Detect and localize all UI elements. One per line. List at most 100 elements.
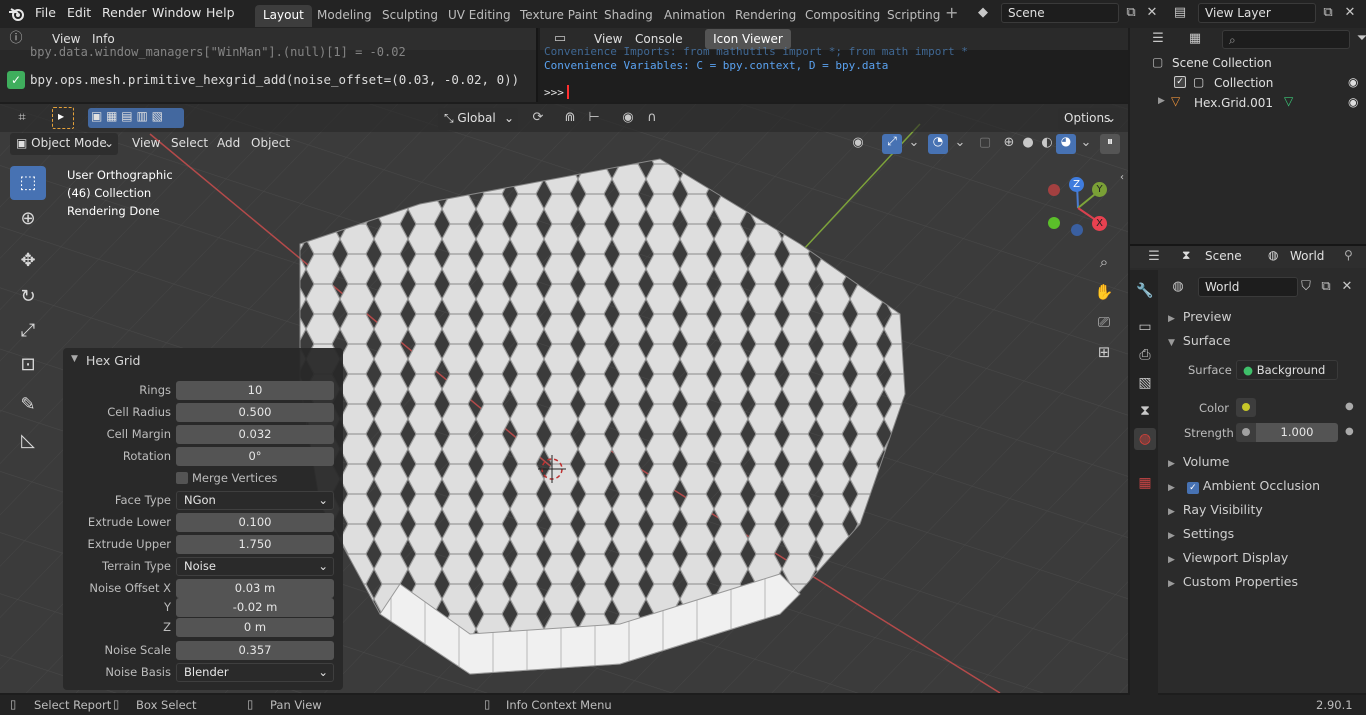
editor-type-3d-icon[interactable]: ⌗: [12, 108, 32, 128]
rings-field[interactable]: 10: [176, 381, 334, 400]
tool-select-box-icon[interactable]: ▸: [52, 107, 74, 129]
panel-ray-visibility[interactable]: ▶ Ray Visibility: [1168, 502, 1263, 517]
tab-modeling[interactable]: Modeling: [309, 5, 380, 27]
tab-uv-editing[interactable]: UV Editing: [440, 5, 519, 27]
proportional-editing-icon[interactable]: ◉: [618, 108, 638, 128]
rotation-field[interactable]: 0°: [176, 447, 334, 466]
breadcrumb-scene[interactable]: Scene: [1205, 249, 1242, 263]
panel-volume[interactable]: ▶ Volume: [1168, 454, 1229, 469]
scene-selector-icon[interactable]: ◆: [973, 3, 993, 23]
surface-shader-field[interactable]: ● Background: [1236, 360, 1338, 380]
noise-offset-z-field[interactable]: 0 m: [176, 618, 334, 637]
view-layer-icon[interactable]: ▤: [1170, 3, 1190, 23]
tab-rendering[interactable]: Rendering: [727, 5, 804, 27]
material-shading-icon[interactable]: ◐: [1037, 133, 1057, 153]
transform-orientation-select[interactable]: ⤡ Global ⌄: [438, 108, 518, 130]
chevron-down-icon[interactable]: ⌄: [950, 133, 970, 153]
panel-surface[interactable]: ▼ Surface: [1168, 333, 1231, 348]
snap-target-icon[interactable]: ⊢: [584, 108, 604, 128]
collection-checkbox[interactable]: ✓: [1174, 76, 1186, 88]
strength-socket-button[interactable]: [1236, 423, 1256, 442]
chevron-down-icon[interactable]: ⌄: [1076, 133, 1096, 153]
cursor-tool-icon[interactable]: ⊕: [10, 202, 46, 236]
tab-animation[interactable]: Animation: [656, 5, 733, 27]
cell-radius-field[interactable]: 0.500: [176, 403, 334, 422]
outliner-search-input[interactable]: ⌕: [1222, 30, 1350, 49]
delete-scene-icon[interactable]: ✕: [1142, 3, 1162, 23]
texture-properties-icon[interactable]: ▦: [1134, 472, 1156, 494]
toggle-sidebar-icon[interactable]: ⏸: [1100, 134, 1120, 154]
sidebar-expand-icon[interactable]: ‹: [1116, 168, 1128, 188]
breadcrumb-world[interactable]: World: [1290, 249, 1324, 263]
unlink-world-icon[interactable]: ✕: [1337, 277, 1357, 297]
outliner-row-collection[interactable]: ✓ ▢ Collection ◉: [1130, 74, 1366, 93]
navigation-gizmo[interactable]: Z Y X: [1040, 172, 1116, 244]
pivot-point-icon[interactable]: ⟳: [528, 108, 548, 128]
visibility-eye-icon[interactable]: ◉: [848, 133, 868, 153]
output-properties-icon[interactable]: ⎙: [1134, 344, 1156, 366]
new-world-icon[interactable]: ⧉: [1316, 277, 1336, 297]
display-mode-icon[interactable]: ▦: [1185, 29, 1205, 49]
info-report-line[interactable]: bpy.data.window_managers["WinMan"].(null…: [30, 45, 406, 59]
tab-scripting[interactable]: Scripting: [879, 5, 948, 27]
menu-file[interactable]: File: [35, 5, 56, 20]
fake-user-shield-icon[interactable]: ⛉: [1296, 277, 1316, 297]
noise-basis-select[interactable]: Blender ⌄: [176, 663, 334, 682]
info-report-line[interactable]: bpy.ops.mesh.primitive_hexgrid_add(noise…: [30, 72, 519, 87]
pan-hand-icon[interactable]: ✋: [1094, 282, 1114, 302]
tab-sculpting[interactable]: Sculpting: [374, 5, 446, 27]
menu-render[interactable]: Render: [102, 5, 147, 20]
viewport-menu-view[interactable]: View: [132, 136, 160, 150]
perspective-grid-icon[interactable]: ⊞: [1094, 342, 1114, 362]
ambient-occlusion-checkbox[interactable]: ✓: [1186, 482, 1199, 494]
options-dropdown[interactable]: Options ⌄: [1058, 108, 1120, 130]
viewport-menu-select[interactable]: Select: [171, 136, 208, 150]
world-name-field[interactable]: World: [1198, 277, 1298, 297]
outliner-row-scene-collection[interactable]: ▢ Scene Collection: [1130, 54, 1366, 73]
viewport-menu-object[interactable]: Object: [251, 136, 290, 150]
tab-compositing[interactable]: Compositing: [797, 5, 888, 27]
gizmo-toggle-icon[interactable]: ⤢: [882, 134, 902, 154]
camera-view-icon[interactable]: ⎚: [1094, 312, 1114, 332]
viewport-menu-add[interactable]: Add: [217, 136, 240, 150]
editor-type-properties-icon[interactable]: ☰: [1144, 247, 1164, 267]
collapse-arrow-icon[interactable]: ▼: [71, 354, 78, 364]
pin-icon[interactable]: ⚲: [1344, 248, 1353, 262]
panel-ambient-occlusion[interactable]: ▶ ✓ Ambient Occlusion: [1168, 478, 1320, 494]
expand-arrow-icon[interactable]: ▶: [1158, 96, 1165, 106]
delete-view-layer-icon[interactable]: ✕: [1340, 3, 1360, 23]
strength-field[interactable]: 1.000: [1256, 423, 1338, 442]
rendered-shading-icon[interactable]: ◕: [1056, 134, 1076, 154]
keyframe-dot-icon[interactable]: ●: [1345, 426, 1354, 437]
scene-name-field[interactable]: Scene: [1001, 3, 1119, 23]
visibility-eye-icon[interactable]: ◉: [1348, 75, 1358, 89]
console-prompt[interactable]: >>>: [544, 86, 564, 99]
editor-type-outliner-icon[interactable]: ☰: [1148, 29, 1168, 49]
noise-offset-x-field[interactable]: 0.03 m: [176, 579, 334, 598]
overlays-toggle-icon[interactable]: ◔: [928, 134, 948, 154]
new-scene-icon[interactable]: ⧉: [1121, 3, 1141, 23]
select-box-tool-icon[interactable]: ⬚: [10, 166, 46, 200]
measure-tool-icon[interactable]: ◺: [10, 424, 46, 458]
menu-edit[interactable]: Edit: [67, 5, 91, 20]
3d-viewport[interactable]: ⌗ ▸ ▣ ▦ ▤ ▥ ▧ ⤡ Global ⌄ ⟳ ⋒ ⊢ ◉ ∩ Option…: [0, 104, 1128, 693]
panel-preview[interactable]: ▶ Preview: [1168, 309, 1232, 324]
render-properties-icon[interactable]: ▭: [1134, 316, 1156, 338]
tab-shading[interactable]: Shading: [596, 5, 661, 27]
panel-viewport-display[interactable]: ▶ Viewport Display: [1168, 550, 1288, 565]
noise-scale-field[interactable]: 0.357: [176, 641, 334, 660]
outliner-row-hexgrid[interactable]: ▶ ▽ Hex.Grid.001 ▽ ◉: [1130, 94, 1366, 113]
wireframe-shading-icon[interactable]: ⊕: [999, 133, 1019, 153]
solid-shading-icon[interactable]: ●: [1018, 133, 1038, 153]
noise-offset-y-field[interactable]: -0.02 m: [176, 598, 334, 617]
face-type-select[interactable]: NGon ⌄: [176, 491, 334, 510]
keyframe-dot-icon[interactable]: ●: [1345, 401, 1354, 412]
color-socket-button[interactable]: [1236, 398, 1256, 417]
blender-logo-icon[interactable]: [8, 5, 26, 23]
console-menu-view[interactable]: View: [594, 32, 622, 46]
scale-tool-icon[interactable]: ⤢: [10, 314, 46, 348]
filter-icon[interactable]: ⏷: [1352, 29, 1366, 49]
transform-tool-icon[interactable]: ⊡: [10, 348, 46, 382]
world-browse-icon[interactable]: ◍: [1168, 277, 1188, 297]
z-axis-label[interactable]: Z: [1069, 177, 1084, 192]
